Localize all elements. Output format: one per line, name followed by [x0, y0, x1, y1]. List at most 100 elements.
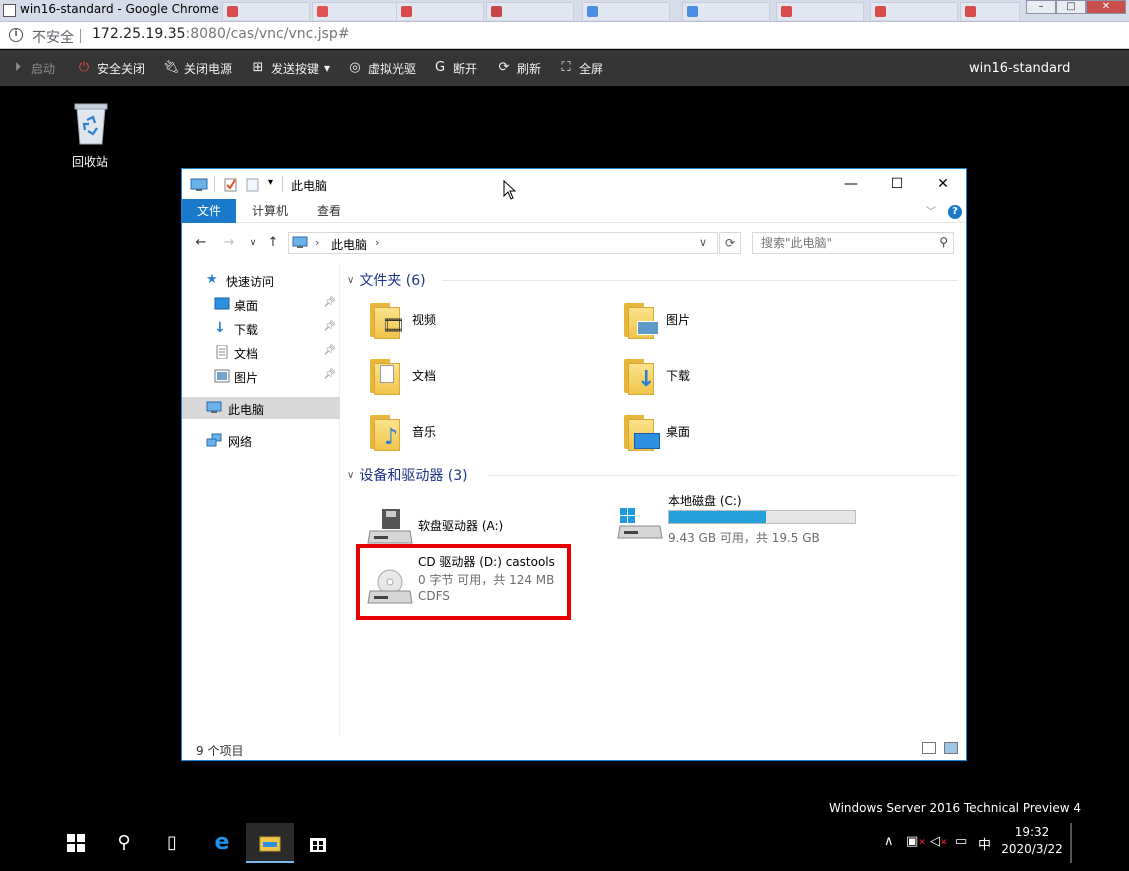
folder-videos[interactable]: 🎞︎ 视频 [366, 295, 606, 343]
vnc-toolbar: ⏵ 启动 ⏻ 安全关闭 🔌︎ 关闭电源 ⊞ 发送按键 ▾ ◎ 虚拟光驱 G 断开 ⟳ 刷新 ⛶ 全… [0, 50, 1129, 86]
large-icons-view-icon[interactable] [944, 742, 958, 754]
customize-quick-access-icon[interactable]: ▾ [268, 177, 273, 188]
pin-icon[interactable]: 📌︎ [323, 369, 336, 380]
breadcrumb-chevron-icon[interactable]: › [375, 236, 379, 249]
file-explorer-taskbar-icon[interactable] [246, 823, 294, 863]
disconnect-button[interactable]: G 断开 [432, 59, 477, 77]
picture-icon [214, 369, 230, 383]
close-icon[interactable]: ✕ [920, 169, 966, 199]
info-icon[interactable]: i [9, 28, 23, 42]
sidebar-item-downloads[interactable]: ↓ 下载 📌︎ [182, 317, 340, 339]
recycle-bin-label: 回收站 [72, 155, 109, 169]
input-method-indicator[interactable]: 中 [978, 834, 991, 853]
close-icon[interactable]: ✕ [1086, 0, 1126, 14]
search-icon[interactable]: ⚲ [100, 823, 148, 863]
browser-tab[interactable] [960, 2, 1020, 20]
show-hidden-icons-icon[interactable]: ∧ [884, 834, 894, 849]
show-desktop-button[interactable] [1070, 823, 1072, 863]
minimize-icon[interactable]: – [1026, 0, 1056, 14]
search-icon[interactable]: ⚲ [939, 235, 948, 249]
browser-tab[interactable] [396, 2, 484, 20]
new-folder-icon[interactable] [246, 178, 259, 192]
clock-time: 19:32 [1014, 825, 1050, 839]
pin-icon[interactable]: 📌︎ [323, 321, 336, 332]
edge-browser-icon[interactable]: e [198, 823, 246, 863]
browser-tab[interactable] [486, 2, 574, 20]
folder-label: 音乐 [412, 425, 437, 439]
group-header-drives[interactable]: ∨ 设备和驱动器 (3) [347, 465, 468, 485]
task-view-icon[interactable]: ▯ [148, 823, 196, 863]
keys-icon: ⊞ [252, 60, 264, 75]
volume-muted-icon[interactable]: ◁✕ [930, 834, 948, 849]
folder-label: 桌面 [666, 425, 691, 439]
minimize-icon[interactable]: — [828, 169, 874, 199]
mouse-cursor-icon [503, 180, 517, 200]
start-button[interactable]: ⏵ 启动 [10, 59, 55, 77]
maximize-icon[interactable]: □ [1056, 0, 1086, 14]
folder-music[interactable]: ♪ 音乐 [366, 407, 606, 455]
refresh-button[interactable]: ⟳ 刷新 [496, 59, 541, 77]
browser-tab[interactable] [776, 2, 864, 20]
safe-shutdown-button[interactable]: ⏻ 安全关闭 [76, 59, 145, 77]
folder-downloads[interactable]: ↓ 下载 [620, 351, 860, 399]
explorer-title-bar: ▾ 此电脑 — ☐ ✕ [182, 169, 966, 199]
search-box[interactable]: ⚲ [752, 232, 954, 254]
browser-tab[interactable] [682, 2, 770, 20]
chevron-down-icon[interactable]: ﹀ [926, 203, 936, 218]
drive-local-c[interactable]: 本地磁盘 (C:) 9.43 GB 可用，共 19.5 GB [612, 492, 872, 562]
up-arrow-icon[interactable]: ↑ [264, 234, 282, 252]
folder-documents[interactable]: 文档 [366, 351, 606, 399]
navigation-bar: ← → ∨ ↑ › 此电脑 › ∨ ⟳ ⚲ [182, 231, 966, 255]
network-disconnected-icon[interactable]: ▣✕ [906, 834, 926, 849]
url-text[interactable]: 172.25.19.35:8080/cas/vnc/vnc.jsp# [92, 26, 350, 42]
sidebar-item-network[interactable]: 网络 [182, 429, 340, 451]
sidebar-item-pictures[interactable]: 图片 📌︎ [182, 365, 340, 387]
picture-folder-icon [620, 299, 660, 339]
refresh-icon[interactable]: ⟳ [719, 232, 741, 254]
folder-pictures[interactable]: 图片 [620, 295, 860, 343]
pin-icon[interactable]: 📌︎ [323, 297, 336, 308]
sidebar-item-documents[interactable]: 文档 📌︎ [182, 341, 340, 363]
drive-free-space: 9.43 GB 可用，共 19.5 GB [668, 531, 820, 545]
pin-icon[interactable]: 📌︎ [323, 345, 336, 356]
back-arrow-icon[interactable]: ← [192, 234, 210, 252]
browser-tab[interactable] [870, 2, 958, 20]
tab-computer[interactable]: 计算机 [242, 199, 298, 223]
browser-tab[interactable] [222, 2, 310, 20]
divider [488, 475, 958, 476]
address-path[interactable]: › 此电脑 › ∨ [288, 232, 718, 254]
chevron-down-icon[interactable]: ∨ [699, 236, 707, 249]
group-header-folders[interactable]: ∨ 文件夹 (6) [347, 270, 426, 290]
tab-file[interactable]: 文件 [182, 199, 237, 223]
recent-locations-icon[interactable]: ∨ [244, 234, 262, 252]
virtual-cdrom-button[interactable]: ◎ 虚拟光驱 [347, 59, 416, 77]
maximize-icon[interactable]: ☐ [874, 169, 920, 199]
forward-arrow-icon[interactable]: → [220, 234, 238, 252]
tab-view[interactable]: 查看 [307, 199, 351, 223]
security-label[interactable]: 不安全 [32, 27, 74, 47]
breadcrumb[interactable]: 此电脑 [331, 236, 367, 253]
download-arrow-icon: ↓ [214, 320, 226, 336]
browser-tab[interactable] [582, 2, 670, 20]
system-clock[interactable]: 19:32 2020/3/22 [1000, 824, 1064, 858]
search-input[interactable] [761, 235, 931, 251]
address-bar[interactable]: i 不安全 172.25.19.35:8080/cas/vnc/vnc.jsp# [0, 22, 1129, 49]
help-icon[interactable]: ? [948, 205, 962, 219]
store-icon[interactable] [294, 823, 342, 863]
sidebar-item-quick-access[interactable]: ★ 快速访问 [182, 269, 340, 291]
folder-label: 下载 [666, 369, 691, 383]
divider [80, 29, 81, 43]
power-off-button[interactable]: 🔌︎ 关闭电源 [163, 59, 232, 77]
properties-icon[interactable] [224, 177, 238, 192]
start-windows-icon[interactable] [52, 823, 100, 863]
video-folder-icon: 🎞︎ [366, 299, 406, 339]
sidebar-item-this-pc[interactable]: 此电脑 [182, 397, 340, 419]
action-center-icon[interactable]: ▭ [955, 834, 967, 849]
folder-desktop[interactable]: 桌面 [620, 407, 860, 455]
sidebar-item-desktop[interactable]: 桌面 📌︎ [182, 293, 340, 315]
browser-tab[interactable] [312, 2, 400, 20]
breadcrumb-chevron-icon[interactable]: › [315, 236, 319, 249]
details-view-icon[interactable] [922, 742, 936, 754]
fullscreen-button[interactable]: ⛶ 全屏 [558, 59, 603, 77]
send-keys-button[interactable]: ⊞ 发送按键 ▾ [250, 59, 331, 77]
